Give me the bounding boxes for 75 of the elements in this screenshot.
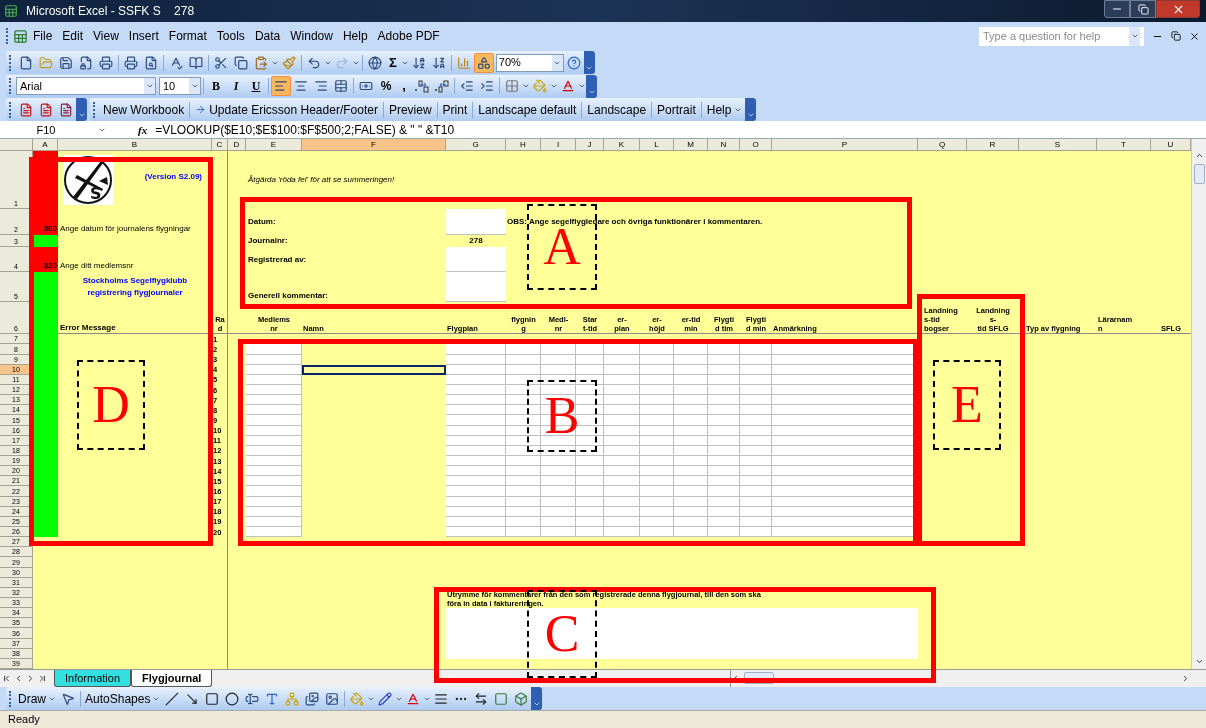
column-heading: Error Message bbox=[60, 322, 116, 335]
column-header[interactable]: A bbox=[33, 139, 58, 152]
menu-item[interactable]: Tools bbox=[211, 27, 250, 46]
font-name-field[interactable]: Arial bbox=[16, 77, 156, 96]
menu-item[interactable]: Window bbox=[285, 27, 338, 46]
menu-item[interactable]: Adobe PDF bbox=[372, 27, 445, 46]
menu-item[interactable]: Format bbox=[163, 27, 212, 46]
form-label: Generell kommentar: bbox=[248, 290, 329, 303]
menu-item[interactable]: Edit bbox=[57, 27, 89, 46]
column-header[interactable]: R bbox=[967, 139, 1019, 152]
sheet-tab[interactable]: Information bbox=[54, 670, 132, 687]
draw-menu-button[interactable]: Draw bbox=[16, 689, 58, 708]
menu-item[interactable]: File bbox=[28, 27, 58, 46]
column-header[interactable]: P bbox=[772, 139, 918, 152]
obs-text: OBS: Ange segelflygledare och övriga funktionärer i kommentaren. bbox=[507, 216, 763, 229]
column-header[interactable]: U bbox=[1151, 139, 1191, 152]
toolbar-button[interactable]: Portrait bbox=[654, 100, 699, 119]
form-label: Registrerad av: bbox=[248, 253, 307, 266]
column-header[interactable]: H bbox=[506, 139, 541, 152]
version-label: (Version S2.09) bbox=[144, 171, 202, 184]
function-label[interactable]: fx bbox=[138, 121, 148, 139]
journal-number: 278 bbox=[469, 235, 483, 248]
column-header[interactable]: K bbox=[604, 139, 640, 152]
status-cell: 320 bbox=[33, 247, 58, 273]
comma-button[interactable]: , bbox=[396, 76, 412, 96]
column-header[interactable]: N bbox=[708, 139, 740, 152]
toolbar-button[interactable]: Landscape bbox=[584, 100, 650, 119]
column-header[interactable]: L bbox=[640, 139, 674, 152]
form-label: Datum: bbox=[248, 216, 276, 229]
name-box[interactable]: F10 bbox=[0, 121, 92, 139]
percent-button[interactable]: % bbox=[376, 77, 396, 96]
column-header[interactable]: M bbox=[674, 139, 708, 152]
column-header[interactable]: C bbox=[212, 139, 228, 152]
toolbar-button[interactable]: Print bbox=[439, 100, 471, 119]
toolbar-button[interactable]: Help bbox=[703, 100, 746, 119]
help-search-field[interactable]: Type a question for help bbox=[979, 26, 1144, 46]
column-header[interactable]: Q bbox=[918, 139, 967, 152]
menu-item[interactable]: Insert bbox=[123, 27, 164, 46]
column-header[interactable]: J bbox=[576, 139, 604, 152]
toolbar-button[interactable]: Preview bbox=[385, 100, 435, 119]
status-cell: 300 bbox=[33, 209, 58, 236]
font-size-field[interactable]: 10 bbox=[159, 77, 201, 96]
column-header[interactable]: D bbox=[228, 139, 246, 152]
zoom-field[interactable]: 70% bbox=[495, 53, 564, 72]
annotation-label: B bbox=[527, 380, 597, 452]
italic-button[interactable]: I bbox=[226, 77, 246, 96]
error-message: Ange ditt medlemsnr bbox=[59, 260, 135, 273]
toolbar-button[interactable]: Landscape default bbox=[475, 100, 580, 119]
menu-item[interactable]: Data bbox=[249, 27, 286, 46]
column-header[interactable]: S bbox=[1019, 139, 1097, 152]
bold-button[interactable]: B bbox=[206, 77, 226, 96]
menu-item[interactable]: Help bbox=[337, 27, 373, 46]
autoshapes-menu-button[interactable]: AutoShapes bbox=[83, 689, 163, 708]
column-header[interactable]: T bbox=[1097, 139, 1151, 152]
column-header[interactable]: O bbox=[740, 139, 772, 152]
formula-field[interactable]: =VLOOKUP($E10;$E$100:$F$500;2;FALSE) & " " &T10 bbox=[155, 120, 455, 139]
column-header[interactable]: E bbox=[246, 139, 302, 152]
underline-button[interactable]: U bbox=[246, 77, 266, 96]
autosum-button[interactable]: Σ bbox=[385, 52, 401, 73]
annotation-label: D bbox=[77, 360, 145, 450]
column-header[interactable]: F bbox=[302, 139, 446, 152]
notice-text: Åtgärda 'röda fel' för att se summeringen! bbox=[248, 174, 395, 187]
annotation-label: E bbox=[933, 360, 1001, 450]
form-label: Journalnr: bbox=[248, 235, 288, 248]
menu-item[interactable]: View bbox=[88, 27, 124, 46]
column-header[interactable]: B bbox=[58, 139, 212, 152]
status-text: Ready bbox=[8, 712, 40, 728]
club-title: Stockholms Segelflygklubb registrering flygjournaler bbox=[82, 275, 188, 300]
error-message: Ange datum för journalens flygningar bbox=[59, 223, 192, 236]
toolbar-button[interactable]: New Workbook bbox=[100, 100, 188, 119]
toolbar-button[interactable]: Update Ericsson Header/Footer bbox=[192, 100, 381, 119]
window-title: Microsoft Excel - SSFK S 278 bbox=[26, 2, 195, 20]
column-header[interactable]: I bbox=[541, 139, 576, 152]
column-header[interactable]: G bbox=[446, 139, 506, 152]
sheet-tab[interactable]: Flygjournal bbox=[131, 670, 213, 687]
